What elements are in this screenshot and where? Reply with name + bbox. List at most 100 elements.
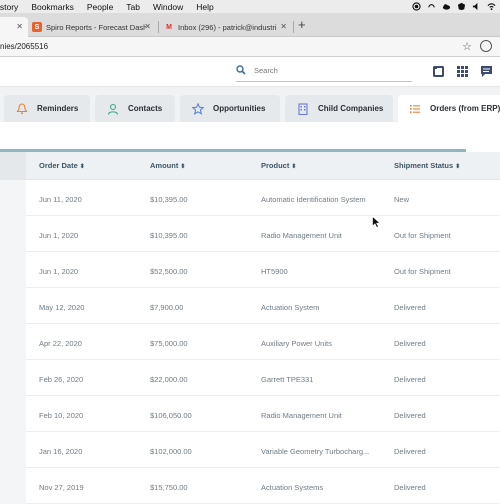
profile-avatar-icon[interactable] <box>480 40 492 52</box>
table-body: Jun 11, 2020 $10,395.00 Automatic Identifi… <box>0 180 500 504</box>
cell-amount: $10,395.00 <box>150 231 188 240</box>
tab-separator <box>293 21 294 33</box>
wifi-icon[interactable] <box>487 2 496 11</box>
sort-icon[interactable]: ⬍ <box>291 164 296 170</box>
cell-order-date: Jun 1, 2020 <box>39 267 79 276</box>
menu-history[interactable]: istory <box>0 2 18 12</box>
table-row[interactable]: Apr 22, 2020 $75,000.00 Auxiliary Power Un… <box>0 324 500 360</box>
tab-label: Child Companies <box>318 104 384 113</box>
row-select-cell <box>0 252 26 288</box>
table-row[interactable]: Jan 16, 2020 $102,000.00 Variable Geometry… <box>0 432 500 468</box>
menu-window[interactable]: Window <box>153 2 183 12</box>
gmail-favicon-icon: M <box>166 23 172 31</box>
orders-table: Order Date ⬍ Amount ⬍ Product ⬍ Shipment St… <box>0 152 500 504</box>
cell-product: Actuation Systems <box>261 483 324 492</box>
cell-shipment-status: Out for Shipment <box>394 231 451 240</box>
menu-bookmarks[interactable]: Bookmarks <box>31 2 74 12</box>
sort-icon[interactable]: ⬍ <box>180 164 185 170</box>
menu-help[interactable]: Help <box>196 2 213 12</box>
chat-icon[interactable] <box>480 65 493 78</box>
cell-amount: $22,000.00 <box>150 375 188 384</box>
list-icon <box>410 104 420 113</box>
cell-shipment-status: New <box>394 195 410 204</box>
search-icon[interactable] <box>236 65 246 75</box>
global-search <box>236 64 412 82</box>
tab-reminders[interactable]: Reminders <box>4 95 90 122</box>
sync-icon[interactable] <box>427 2 436 11</box>
tab-title: Spiro Reports - Forecast Dash <box>46 22 146 32</box>
close-tab-icon[interactable]: ✕ <box>144 22 151 31</box>
record-icon[interactable] <box>412 2 421 11</box>
row-select-cell <box>0 432 26 468</box>
browser-tab-gmail[interactable]: M Inbox (296) - patrick@industri ✕ <box>160 17 292 37</box>
cell-order-date: Jan 16, 2020 <box>39 447 83 456</box>
row-select-cell <box>0 360 26 396</box>
macos-menu-bar: istory Bookmarks People Tab Window Help <box>0 0 500 13</box>
cell-order-date: Feb 26, 2020 <box>39 375 84 384</box>
cell-amount: $102,000.00 <box>150 447 192 456</box>
url-field[interactable]: nies/2065516 <box>0 42 48 51</box>
table-row[interactable]: May 12, 2020 $7,900.00 Actuation System Del… <box>0 288 500 324</box>
row-select-column <box>0 152 26 180</box>
row-select-cell <box>0 288 26 324</box>
shield-icon[interactable] <box>457 2 466 11</box>
table-row[interactable]: Jun 1, 2020 $52,500.00 HT5900 Out for Shipm… <box>0 252 500 288</box>
column-header-order-date[interactable]: Order Date ⬍ <box>39 161 85 170</box>
sound-icon[interactable] <box>472 2 481 11</box>
row-select-cell <box>0 324 26 360</box>
tab-contacts[interactable]: Contacts <box>95 95 175 122</box>
new-tab-button[interactable]: + <box>298 17 306 32</box>
table-row[interactable]: Feb 10, 2020 $106,050.00 Radio Management … <box>0 396 500 432</box>
browser-tab-strip: y ✕ S Spiro Reports - Forecast Dash ✕ M … <box>0 13 500 37</box>
browser-tab-active[interactable]: y ✕ <box>0 17 28 37</box>
bell-icon <box>16 102 28 114</box>
column-header-amount[interactable]: Amount ⬍ <box>150 161 185 170</box>
row-select-cell <box>0 180 26 216</box>
cloud-icon[interactable] <box>442 2 451 11</box>
cell-shipment-status: Delivered <box>394 339 426 348</box>
close-tab-icon[interactable]: ✕ <box>16 22 23 31</box>
tab-label: Orders (from ERP) <box>430 104 500 113</box>
table-row[interactable]: Feb 26, 2020 $22,000.00 Garrett TPE331 Deli… <box>0 360 500 396</box>
cell-amount: $106,050.00 <box>150 411 192 420</box>
cell-product: Actuation System <box>261 303 320 312</box>
close-tab-icon[interactable]: ✕ <box>280 22 287 31</box>
sort-icon[interactable]: ⬍ <box>455 164 460 170</box>
tab-separator <box>158 21 159 33</box>
cell-order-date: Nov 27, 2019 <box>39 483 84 492</box>
column-header-product[interactable]: Product ⬍ <box>261 161 296 170</box>
search-input[interactable] <box>254 66 404 75</box>
tab-opportunities[interactable]: Opportunities <box>180 95 280 122</box>
cell-product: HT5900 <box>261 267 288 276</box>
table-row[interactable]: Jun 11, 2020 $10,395.00 Automatic Identifi… <box>0 180 500 216</box>
cell-product: Garrett TPE331 <box>261 375 314 384</box>
apps-grid-icon[interactable] <box>456 65 469 78</box>
star-icon <box>192 102 204 115</box>
address-bar: nies/2065516 ☆ <box>0 37 500 57</box>
column-header-shipment-status[interactable]: Shipment Status ⬍ <box>394 161 460 170</box>
status-icons <box>412 0 496 13</box>
table-row[interactable]: Nov 27, 2019 $15,750.00 Actuation Systems D… <box>0 468 500 504</box>
sort-icon[interactable]: ⬍ <box>80 164 85 170</box>
record-tabs: Reminders Contacts Opportunities Child C… <box>0 87 500 122</box>
tab-orders-from-erp[interactable]: Orders (from ERP) <box>398 95 500 122</box>
tab-label: Contacts <box>128 104 163 113</box>
bookmark-star-icon[interactable]: ☆ <box>462 40 472 53</box>
table-row[interactable]: Jun 1, 2020 $10,395.00 Radio Management Un… <box>0 216 500 252</box>
cell-order-date: Jun 1, 2020 <box>39 231 79 240</box>
cell-order-date: Jun 11, 2020 <box>39 195 82 204</box>
cell-shipment-status: Delivered <box>394 483 426 492</box>
cell-order-date: Apr 22, 2020 <box>39 339 82 348</box>
cell-amount: $15,750.00 <box>150 483 188 492</box>
tab-label: Reminders <box>37 104 79 113</box>
cell-amount: $10,395.00 <box>150 195 188 204</box>
contact-person-icon <box>107 103 119 115</box>
address-book-icon[interactable] <box>432 65 445 78</box>
menu-tab[interactable]: Tab <box>126 2 140 12</box>
browser-tab-spiro-reports[interactable]: S Spiro Reports - Forecast Dash ✕ <box>28 17 156 37</box>
spiro-favicon-icon: S <box>32 22 42 32</box>
menu-people[interactable]: People <box>87 2 113 12</box>
tab-child-companies[interactable]: Child Companies <box>285 95 393 122</box>
cell-amount: $75,000.00 <box>150 339 188 348</box>
cell-shipment-status: Out for Shipment <box>394 267 451 276</box>
